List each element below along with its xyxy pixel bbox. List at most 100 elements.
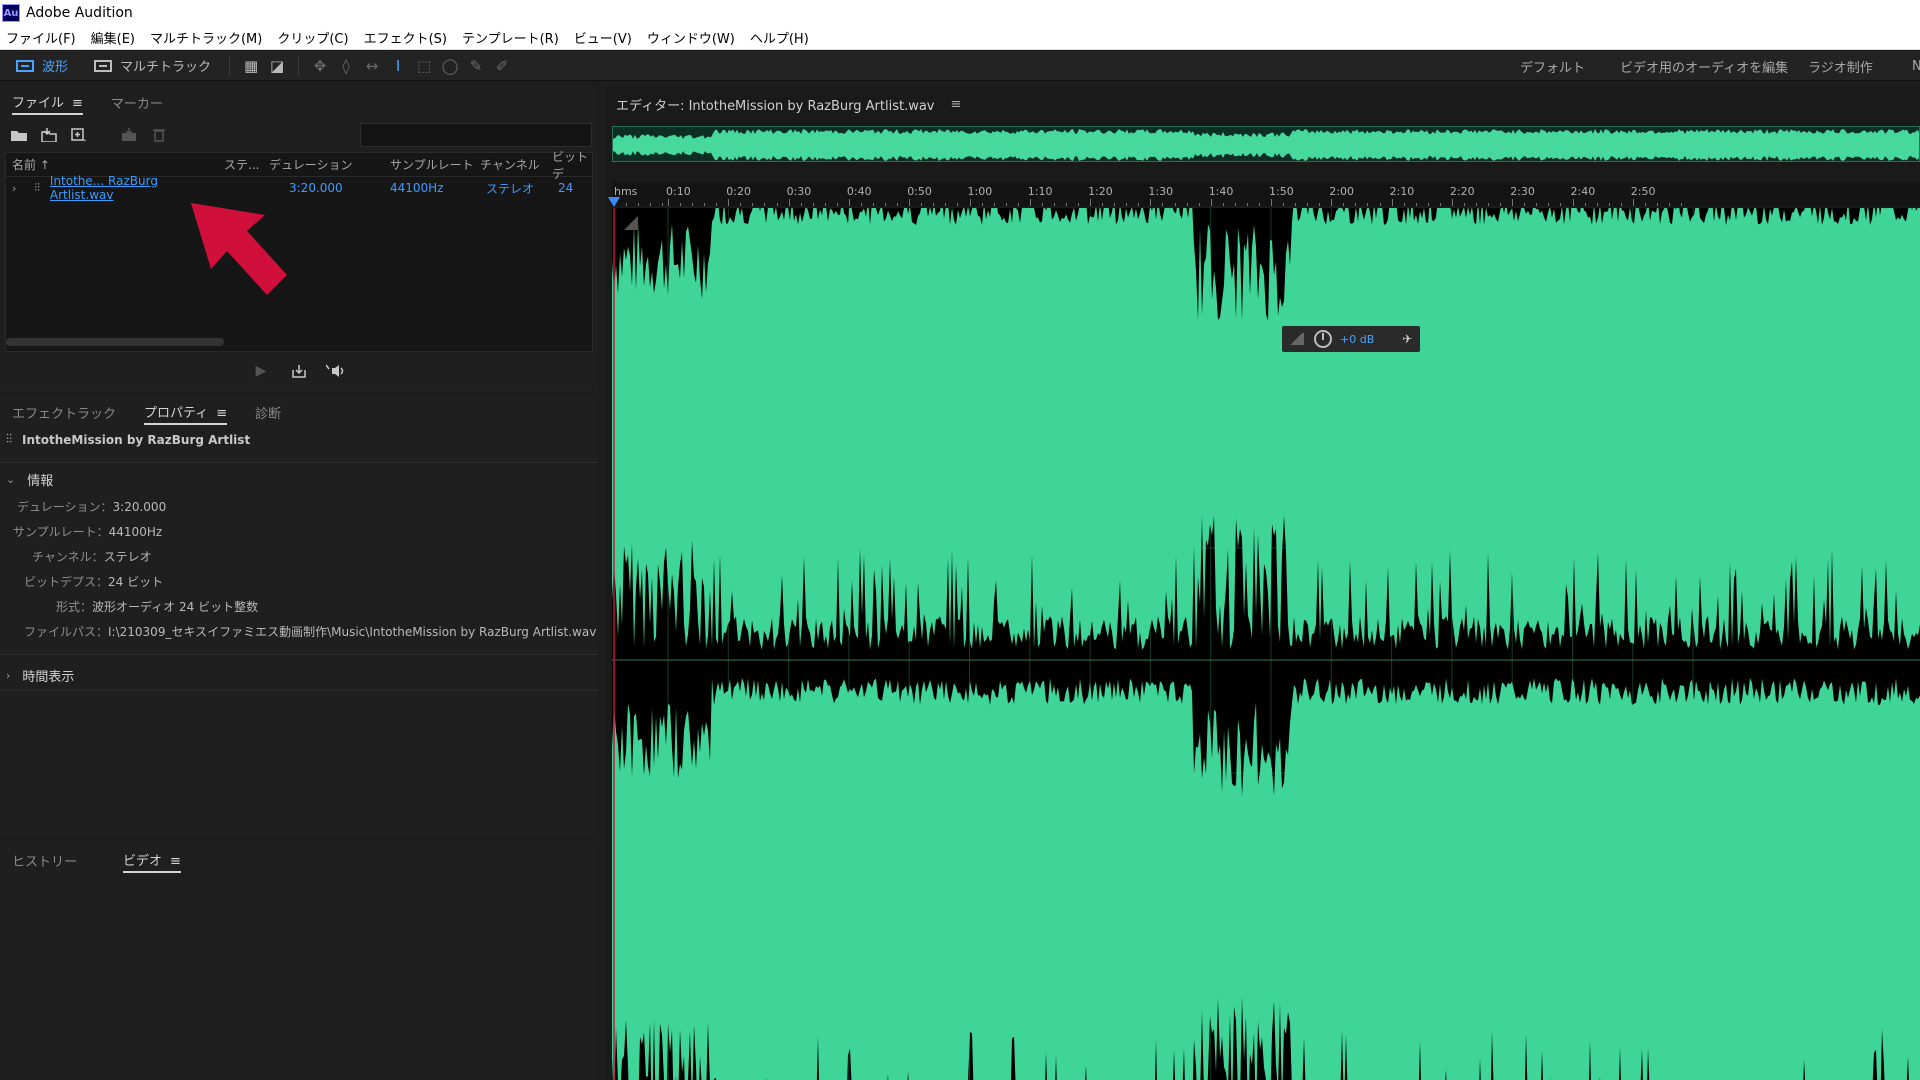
menu-file[interactable]: ファイル(F) <box>0 28 85 47</box>
play-icon[interactable]: ▶ <box>250 360 272 382</box>
menu-template[interactable]: テンプレート(R) <box>456 28 568 47</box>
autoplay-speaker-icon[interactable] <box>326 360 348 382</box>
tab-video[interactable]: ビデオ ≡ <box>123 848 181 873</box>
waveform-display[interactable]: +0 dB ✈ <box>612 208 1920 1080</box>
waveform-editor-panel: エディター: IntotheMission by RazBurg Artlist… <box>606 86 1920 1080</box>
panel-menu-icon[interactable]: ≡ <box>216 406 227 421</box>
column-channels[interactable]: チャンネル <box>480 156 552 173</box>
tab-history[interactable]: ヒストリー <box>12 849 77 872</box>
volume-knob-icon[interactable] <box>1314 330 1332 348</box>
column-name[interactable]: 名前 ↑ <box>6 156 224 173</box>
info-section-header[interactable]: ⌄ 情報 <box>6 470 53 489</box>
workspace-more[interactable]: N <box>1912 51 1920 81</box>
workspace-edit-audio-for-video[interactable]: ビデオ用のオーディオを編集 <box>1620 51 1788 81</box>
ruler-minor-tick <box>680 203 682 206</box>
expand-chevron-icon[interactable]: › <box>12 182 16 195</box>
pin-icon[interactable]: ✈ <box>1402 332 1412 346</box>
slip-tool-icon[interactable]: ↔ <box>359 55 385 77</box>
ruler-tick <box>1210 199 1212 206</box>
ruler-minor-tick <box>993 203 995 206</box>
waveform-canvas <box>612 208 1920 1080</box>
column-duration[interactable]: デュレーション <box>269 156 390 173</box>
volume-gain-value: +0 dB <box>1340 332 1375 346</box>
spectral-frequency-icon[interactable]: ▦ <box>238 55 264 77</box>
preview-transport: ▶ <box>0 356 598 386</box>
open-folder-icon[interactable] <box>4 123 34 147</box>
properties-panel-tabs: エフェクトラック プロパティ ≡ 診断 <box>0 396 598 428</box>
ruler-minor-tick <box>1427 203 1429 206</box>
menu-effects[interactable]: エフェクト(S) <box>358 28 456 47</box>
file-row[interactable]: › ⫶⫶ Intothe... RazBurg Artlist.wav 3:20… <box>6 174 592 202</box>
time-display-section-header[interactable]: › 時間表示 <box>6 666 74 685</box>
menu-view[interactable]: ビュー(V) <box>568 28 641 47</box>
menu-window[interactable]: ウィンドウ(W) <box>641 28 744 47</box>
column-status[interactable]: ステ... <box>224 156 269 173</box>
ruler-label: 0:20 <box>726 185 751 198</box>
new-file-icon[interactable] <box>64 123 94 147</box>
prop-duration: デュレーション：3:20.000 <box>17 500 167 514</box>
loop-icon[interactable] <box>288 360 310 382</box>
ruler-tick <box>848 199 850 206</box>
time-ruler[interactable]: hms 0:10 0:20 0:30 0:40 0:50 1:00 1:10 1:20 1:30 1… <box>612 182 1920 206</box>
ruler-label: 1:10 <box>1027 185 1053 198</box>
razor-tool-icon[interactable]: ◊ <box>333 55 359 77</box>
tab-markers[interactable]: マーカー <box>111 91 163 114</box>
ruler-label: hms <box>614 185 638 198</box>
tab-effects-rack[interactable]: エフェクトラック <box>12 401 116 424</box>
panel-menu-icon[interactable]: ≡ <box>951 97 962 112</box>
trash-icon[interactable] <box>144 123 174 147</box>
ruler-tick <box>668 199 669 206</box>
menu-edit[interactable]: 編集(E) <box>85 28 144 47</box>
menu-clip[interactable]: クリップ(C) <box>271 28 357 47</box>
audition-logo-icon: Au <box>2 4 20 22</box>
properties-panel: エフェクトラック プロパティ ≡ 診断 ⫶⫶ IntotheMission by … <box>0 396 598 836</box>
menu-help[interactable]: ヘルプ(H) <box>744 28 818 47</box>
multitrack-mode-button[interactable]: マルチトラック <box>84 55 221 77</box>
ruler-label: 1:00 <box>967 185 993 198</box>
import-file-icon[interactable] <box>34 123 64 147</box>
menu-multitrack[interactable]: マルチトラック(M) <box>144 28 271 47</box>
files-search-input[interactable] <box>360 123 592 147</box>
prop-format: 形式：波形オーディオ 24 ビット整数 <box>56 600 259 614</box>
ruler-minor-tick <box>638 203 640 206</box>
spot-healing-tool-icon[interactable]: ✐ <box>489 55 515 77</box>
spectral-pitch-icon[interactable]: ◪ <box>264 55 290 77</box>
volume-hud[interactable]: +0 dB ✈ <box>1282 326 1420 352</box>
ruler-minor-tick <box>1439 203 1441 206</box>
waveform-overview[interactable] <box>612 126 1920 162</box>
ruler-minor-tick <box>1283 203 1285 206</box>
ruler-minor-tick <box>764 203 766 206</box>
ruler-tick <box>1090 199 1092 206</box>
panel-menu-icon[interactable]: ≡ <box>170 854 181 869</box>
marquee-tool-icon[interactable]: ⬚ <box>411 55 437 77</box>
ruler-minor-tick <box>1500 203 1502 206</box>
waveform-file-icon: ⫶⫶ <box>6 432 13 446</box>
tab-files[interactable]: ファイル ≡ <box>12 90 83 115</box>
ruler-minor-tick <box>1053 203 1055 206</box>
brush-tool-icon[interactable]: ✎ <box>463 55 489 77</box>
insert-into-multitrack-icon[interactable] <box>114 123 144 147</box>
time-selection-tool-icon[interactable]: I <box>385 55 411 77</box>
waveform-mode-button[interactable]: 波形 <box>6 55 78 77</box>
ruler-label: 2:00 <box>1329 185 1354 198</box>
ruler-tick <box>909 199 911 206</box>
properties-title: ⫶⫶ IntotheMission by RazBurg Artlist <box>6 432 250 447</box>
ruler-minor-tick <box>650 203 652 206</box>
ruler-label: 1:40 <box>1208 185 1234 198</box>
editor-tab[interactable]: エディター: IntotheMission by RazBurg Artlist… <box>616 95 961 114</box>
workspace-default[interactable]: デフォルト <box>1520 51 1585 81</box>
tab-diagnostics[interactable]: 診断 <box>255 401 281 424</box>
tab-properties[interactable]: プロパティ ≡ <box>144 400 228 425</box>
panel-menu-icon[interactable]: ≡ <box>72 96 83 111</box>
ruler-minor-tick <box>704 203 706 206</box>
ruler-minor-tick <box>1584 203 1586 206</box>
workspace-radio-production[interactable]: ラジオ制作 <box>1808 51 1873 81</box>
column-sample-rate[interactable]: サンプルレート <box>390 156 480 173</box>
video-panel: ヒストリー ビデオ ≡ <box>0 842 598 1080</box>
ruler-minor-tick <box>1222 203 1224 206</box>
lasso-tool-icon[interactable]: ◯ <box>437 55 463 77</box>
divider <box>0 690 598 691</box>
move-tool-icon[interactable]: ✥ <box>307 55 333 77</box>
file-list-horizontal-scrollbar[interactable] <box>6 338 224 346</box>
column-bit-depth[interactable]: ビットデ <box>552 148 592 182</box>
